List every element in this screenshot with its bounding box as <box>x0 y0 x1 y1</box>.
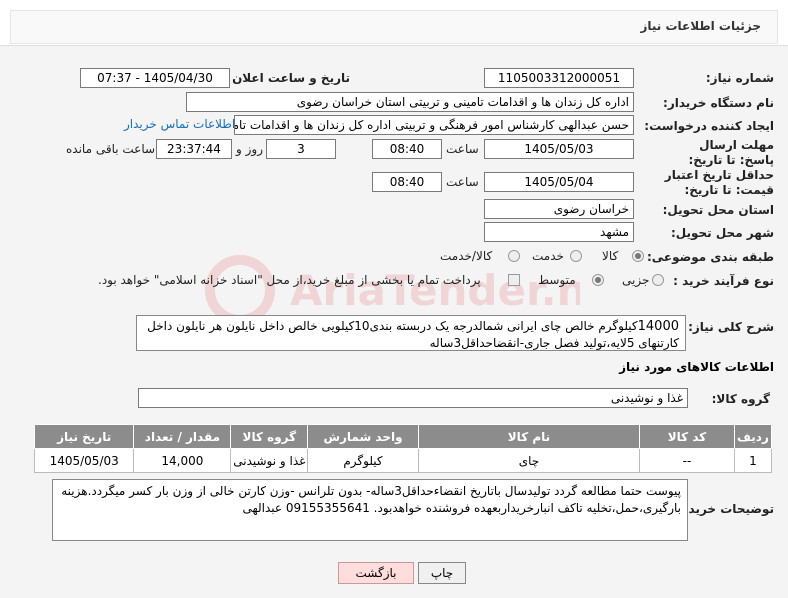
page-frame: جزئیات اطلاعات نیاز AriaTender.net شماره… <box>0 0 788 598</box>
days-label: روز و <box>236 142 263 156</box>
goods-group-label: گروه کالا: <box>711 392 770 406</box>
purchase-type-label: نوع فرآیند خرید : <box>673 274 774 288</box>
purchase-option-minor: جزیی <box>622 273 650 287</box>
col-item-name: نام کالا <box>417 424 641 449</box>
description-label: شرح کلی نیاز: <box>688 320 774 334</box>
requester-label: ایجاد کننده درخواست: <box>644 119 774 133</box>
table-header-row: ردیف کد کالا نام کالا واحد شمارش گروه کا… <box>33 424 773 449</box>
days-field: 3 <box>266 139 336 159</box>
description-field: 14000کیلوگرم خالص چای ایرانی شمالدرجه یک… <box>136 315 686 351</box>
cell-quantity: 14,000 <box>133 448 232 473</box>
price-time-field: 08:40 <box>372 172 442 192</box>
cell-item-code: -- <box>639 448 735 473</box>
price-time-label: ساعت <box>446 175 479 189</box>
treasury-note: پرداخت تمام یا بخشی از مبلغ خرید،از محل … <box>98 273 481 287</box>
page-title: جزئیات اطلاعات نیاز <box>640 19 761 33</box>
province-field: خراسان رضوی <box>484 199 634 219</box>
cell-group: غذا و نوشیدنی <box>230 448 309 473</box>
city-label: شهر محل تحویل: <box>670 226 774 240</box>
description-quantity: 14000 <box>637 319 679 334</box>
city-field: مشهد <box>484 222 634 242</box>
purchase-radio-minor[interactable] <box>652 274 664 286</box>
cell-need-date: 1405/05/03 <box>33 448 135 473</box>
treasury-checkbox[interactable] <box>508 274 520 286</box>
table-row: 1 -- چای کیلوگرم غذا و نوشیدنی 14,000 14… <box>33 448 773 473</box>
buyer-org-label: نام دستگاه خریدار: <box>663 96 774 110</box>
need-number-label: شماره نیاز: <box>705 71 774 85</box>
goods-group-field: غذا و نوشیدنی <box>138 388 688 408</box>
goods-section-title: اطلاعات کالاهای مورد نیاز <box>619 360 774 374</box>
price-date-field: 1405/05/04 <box>484 172 634 192</box>
purchase-radio-medium[interactable] <box>592 274 604 286</box>
col-item-code: کد کالا <box>639 424 735 449</box>
purchase-option-medium: متوسط <box>538 273 576 287</box>
reply-deadline-label: مهلت ارسال پاسخ: تا تاریخ: <box>688 138 775 167</box>
buyer-notes-field: پیوست حتما مطالعه گردد تولیدسال باتاریخ … <box>52 479 688 541</box>
category-radio-both[interactable] <box>508 250 520 262</box>
col-row-number: ردیف <box>733 424 773 449</box>
buyer-org-field: اداره کل زندان ها و اقدامات تامینی و ترب… <box>186 92 634 112</box>
items-table: ردیف کد کالا نام کالا واحد شمارش گروه کا… <box>33 424 773 473</box>
cell-unit: کیلوگرم <box>307 448 419 473</box>
category-option-both: کالا/خدمت <box>440 249 493 263</box>
header-strip: جزئیات اطلاعات نیاز <box>10 10 778 44</box>
col-group: گروه کالا <box>230 424 309 449</box>
need-number-field: 1105003312000051 <box>484 68 634 88</box>
header-bar: جزئیات اطلاعات نیاز <box>0 0 788 46</box>
reply-time-field: 08:40 <box>372 139 442 159</box>
category-option-goods: کالا <box>602 249 619 263</box>
back-button[interactable]: بازگشت <box>338 562 414 584</box>
category-radio-service[interactable] <box>570 250 582 262</box>
cell-row-number: 1 <box>733 448 773 473</box>
remaining-time-field: 23:37:44 <box>156 139 232 159</box>
category-label: طبقه بندی موضوعی: <box>646 250 774 264</box>
announce-field: 1405/04/30 - 07:37 <box>80 68 230 88</box>
price-validity-label: حداقل تاریخ اعتبار قیمت: تا تاریخ: <box>664 168 774 197</box>
col-need-date: تاریخ نیاز <box>33 424 135 449</box>
reply-date-field: 1405/05/03 <box>484 139 634 159</box>
province-label: استان محل تحویل: <box>662 203 774 217</box>
category-option-service: خدمت <box>532 249 564 263</box>
requester-field: حسن عبدالهی کارشناس امور فرهنگی و تربیتی… <box>234 115 634 135</box>
col-unit: واحد شمارش <box>307 424 419 449</box>
description-text: کیلوگرم خالص چای ایرانی شمالدرجه یک دربس… <box>147 319 679 350</box>
reply-time-label: ساعت <box>446 142 479 156</box>
buyer-contact-link[interactable]: اطلاعات تماس خریدار <box>124 117 235 131</box>
category-radio-goods[interactable] <box>632 250 644 262</box>
cell-item-name: چای <box>417 448 641 473</box>
remaining-label: ساعت باقی مانده <box>66 142 156 156</box>
print-button[interactable]: چاپ <box>418 562 466 584</box>
col-quantity: مقدار / تعداد <box>133 424 232 449</box>
